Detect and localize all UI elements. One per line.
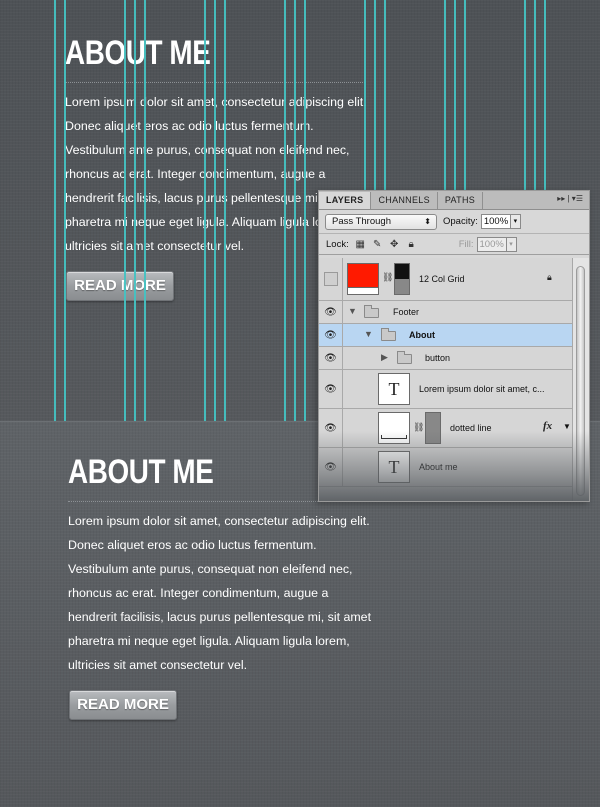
grid-guide-line	[224, 0, 226, 421]
about-heading-bottom: ABOUT ME	[68, 453, 214, 491]
tab-layers[interactable]: LAYERS	[319, 192, 372, 209]
layer-row-about[interactable]: 👁︎ ▼ About	[319, 324, 573, 347]
lock-brush-icon[interactable]: ✎	[372, 239, 383, 250]
lock-transparent-icon[interactable]: ▦	[355, 239, 366, 250]
opacity-label: Opacity:	[443, 216, 478, 227]
layer-lock-icon: 🔒︎	[547, 272, 552, 282]
layer-row-dotted-line[interactable]: 👁︎ ⛓ dotted line fx ▼	[319, 409, 573, 448]
folder-icon	[364, 305, 379, 318]
grid-guide-line	[144, 0, 146, 421]
layer-row-footer[interactable]: 👁︎ ▼ Footer	[319, 301, 573, 324]
folder-icon	[381, 328, 396, 341]
lock-row: Lock: ▦ ✎ ✥ 🔒︎ Fill: 100% ▾	[319, 234, 589, 255]
about-body-bottom: Lorem ipsum dolor sit amet, consectetur …	[68, 514, 372, 672]
layer-name: button	[425, 353, 451, 363]
link-chain-icon: ⛓	[413, 422, 425, 432]
layer-name: Lorem ipsum dolor sit amet, c...	[419, 384, 545, 394]
layer-row-button[interactable]: 👁︎ ▶ button	[319, 347, 573, 370]
grid-guide-line	[134, 0, 136, 421]
expand-triangle-icon[interactable]: ▼	[348, 306, 357, 316]
grid-guide-line	[124, 0, 126, 421]
layers-panel: LAYERS CHANNELS PATHS ▸▸ | ▾☰ Pass Throu…	[318, 190, 590, 502]
fill-dropdown-icon[interactable]: ▾	[506, 236, 517, 252]
eye-icon[interactable]: 👁︎	[319, 324, 343, 346]
updown-arrows-icon: ⬍	[424, 216, 431, 226]
lock-label: Lock:	[326, 238, 349, 250]
opacity-dropdown-icon[interactable]: ▾	[510, 214, 521, 229]
lock-all-icon[interactable]: 🔒︎	[406, 239, 417, 250]
layer-row-about-me[interactable]: 👁︎ T About me	[319, 448, 573, 487]
layer-name: About me	[419, 462, 458, 472]
text-layer-icon: T	[378, 451, 410, 483]
grid-guide-line	[294, 0, 296, 421]
fill-label: Fill:	[458, 238, 474, 250]
expand-triangle-icon[interactable]: ▼	[364, 329, 373, 339]
grid-guide-line	[214, 0, 216, 421]
layer-name: dotted line	[450, 423, 492, 433]
layer-row-lorem-text[interactable]: 👁︎ T Lorem ipsum dolor sit amet, c...	[319, 370, 573, 409]
layer-name: About	[409, 330, 435, 340]
layer-row-grid[interactable]: ⛓ 12 Col Grid 🔒︎	[319, 258, 573, 301]
link-chain-icon: ⛓	[382, 272, 394, 282]
grid-guide-line	[64, 0, 66, 421]
vector-mask-thumbnail	[425, 412, 441, 444]
blend-row: Pass Through ⬍ Opacity: 100% ▾	[319, 210, 589, 234]
fill-input[interactable]: 100%	[476, 236, 507, 252]
opacity-input[interactable]: 100%	[480, 214, 511, 229]
read-more-button-top[interactable]: READ MORE	[66, 271, 174, 301]
tab-channels[interactable]: CHANNELS	[371, 192, 438, 209]
eye-icon[interactable]: 👁︎	[319, 448, 343, 486]
visibility-toggle-off[interactable]	[319, 258, 343, 300]
collapse-triangle-icon[interactable]: ▶	[381, 352, 388, 363]
lock-move-icon[interactable]: ✥	[389, 239, 400, 250]
eye-icon[interactable]: 👁︎	[319, 347, 343, 369]
blend-mode-select[interactable]: Pass Through ⬍	[325, 213, 437, 230]
tab-paths[interactable]: PATHS	[438, 192, 484, 209]
layer-name: Footer	[393, 307, 420, 317]
shape-thumbnail	[378, 412, 410, 444]
fx-icon[interactable]: fx	[543, 420, 552, 432]
fill-swatch-thumbnail	[347, 263, 379, 295]
text-layer-icon: T	[378, 373, 410, 405]
layer-list: ⛓ 12 Col Grid 🔒︎ 👁︎ ▼ Footer 👁︎ ▼ About …	[319, 258, 573, 487]
panel-tab-bar: LAYERS CHANNELS PATHS ▸▸ | ▾☰	[319, 191, 589, 210]
panel-menu-icon[interactable]: ▸▸ | ▾☰	[557, 194, 583, 203]
eye-icon[interactable]: 👁︎	[319, 409, 343, 447]
fx-expand-icon[interactable]: ▼	[563, 422, 571, 431]
about-heading-top: ABOUT ME	[65, 34, 211, 72]
eye-icon[interactable]: 👁︎	[319, 370, 343, 408]
blend-mode-value: Pass Through	[332, 215, 391, 227]
read-more-button-bottom[interactable]: READ MORE	[69, 690, 177, 720]
grid-guide-line	[304, 0, 306, 421]
grid-guide-line	[284, 0, 286, 421]
layer-mask-thumbnail	[394, 263, 410, 295]
eye-icon[interactable]: 👁︎	[319, 301, 343, 323]
scrollbar-thumb[interactable]	[576, 266, 585, 496]
grid-guide-line	[204, 0, 206, 421]
grid-guide-line	[54, 0, 56, 421]
layer-name: 12 Col Grid	[419, 274, 465, 284]
layers-scrollbar[interactable]	[572, 258, 589, 501]
folder-icon	[397, 351, 412, 364]
